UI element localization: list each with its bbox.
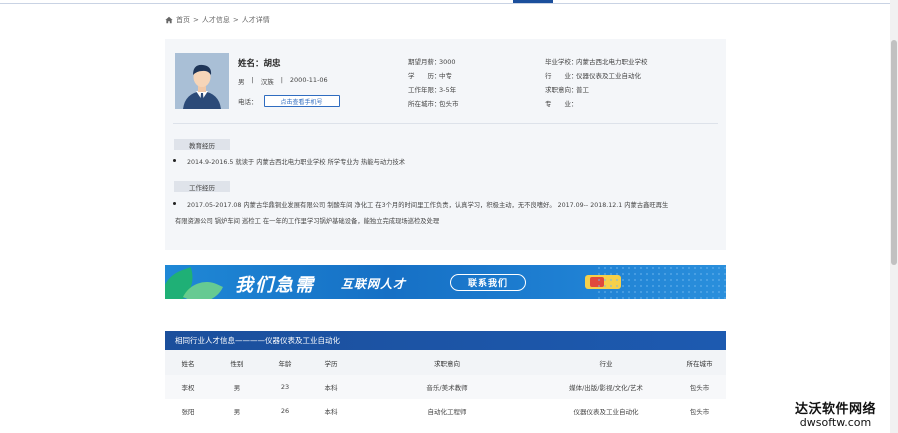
graduate-school: 毕业学校：内蒙古西北电力职业学校 <box>545 58 648 66</box>
industry: 行 业：仪器仪表及工业自动化 <box>545 72 641 80</box>
cell-education: 本科 <box>324 408 338 416</box>
recruit-banner[interactable]: 我们急需 互联网人才 联系我们 <box>165 265 726 299</box>
top-nav-border <box>0 0 898 4</box>
table-header-row: 姓名 性别 年龄 学历 求职意向 行业 所在城市 <box>165 350 726 375</box>
phone-row: 电话： 点击查看手机号 <box>238 95 340 107</box>
candidate-meta: 男 | 汉族 | 2000-11-06 <box>238 76 328 86</box>
job-intention: 求职意向：普工 <box>545 86 589 94</box>
work-entry: 2017.05-2017.08 内蒙古华鼎铜业发展有限公司 制酸车间 净化工 在… <box>172 202 669 209</box>
meta-separator: | <box>251 76 254 84</box>
ethnicity: 汉族 <box>260 78 274 86</box>
meta-separator: | <box>280 76 283 84</box>
cell-city: 包头市 <box>689 384 710 392</box>
scrollbar-thumb[interactable] <box>891 40 897 265</box>
cell-intention: 音乐/美术教师 <box>426 384 468 392</box>
table-row[interactable]: 张阳 男 26 本科 自动化工程师 仪器仪表及工业自动化 包头市 <box>165 399 726 423</box>
cell-age: 23 <box>280 383 290 391</box>
education-section-tag: 教育经历 <box>174 139 230 150</box>
phone-label: 电话： <box>238 98 258 106</box>
cell-name[interactable]: 张阳 <box>165 406 211 416</box>
work-entry-continued: 有限资源公司 锅炉车间 巡检工 在一年的工作里学习锅炉基础设备，能独立完成现场巡… <box>175 218 440 225</box>
breadcrumb-talent-info-link[interactable]: 人才信息 <box>202 15 230 25</box>
banner-title: 我们急需 <box>235 275 315 296</box>
contact-us-button[interactable]: 联系我们 <box>450 274 526 291</box>
table-row[interactable]: 李权 男 23 本科 音乐/美术教师 媒体/出版/影视/文化/艺术 包头市 <box>165 375 726 399</box>
banner-dot-pattern <box>596 265 726 299</box>
view-phone-button[interactable]: 点击查看手机号 <box>263 95 340 107</box>
education-entry: 2014.9-2016.5 就读于 内蒙古西北电力职业学校 所学专业为 热能与动… <box>172 159 406 166</box>
candidate-name: 姓名：胡忠 <box>238 59 281 69</box>
work-section-tag: 工作经历 <box>174 181 230 192</box>
related-talent-table: 姓名 性别 年龄 学历 求职意向 行业 所在城市 李权 男 23 本科 音乐/美… <box>165 350 726 423</box>
page-scrollbar[interactable] <box>890 0 898 433</box>
avatar <box>175 53 229 109</box>
watermark-title: 达沃软件网络 <box>795 402 877 417</box>
cell-intention: 自动化工程师 <box>427 408 467 416</box>
breadcrumb-separator: > <box>232 16 239 24</box>
gender: 男 <box>238 78 245 86</box>
major: 专 业： <box>545 100 578 108</box>
related-talent-heading: 相同行业人才信息————仪器仪表及工业自动化 <box>165 331 726 350</box>
column-header: 年龄 <box>278 359 292 368</box>
column-header: 性别 <box>230 359 244 368</box>
education-level: 学 历：中专 <box>408 72 452 80</box>
site-watermark: 达沃软件网络 dwsoftw.com <box>795 398 876 429</box>
column-header: 所在城市 <box>686 359 713 368</box>
column-header: 姓名 <box>181 359 195 368</box>
cell-industry: 媒体/出版/影视/文化/艺术 <box>569 384 643 392</box>
cell-age: 26 <box>280 407 290 415</box>
active-nav-indicator <box>513 0 553 3</box>
expected-salary: 期望月薪：3000 <box>408 58 456 66</box>
breadcrumb: 首页 > 人才信息 > 人才详情 <box>165 14 270 26</box>
birth-date: 2000-11-06 <box>289 76 328 84</box>
work-years: 工作年限：3-5年 <box>408 86 457 94</box>
column-header: 学历 <box>324 359 338 368</box>
divider <box>173 123 718 124</box>
cell-education: 本科 <box>324 384 338 392</box>
city: 所在城市：包头市 <box>408 100 459 108</box>
breadcrumb-separator: > <box>193 16 199 24</box>
cell-industry: 仪器仪表及工业自动化 <box>573 408 639 416</box>
cell-gender: 男 <box>233 408 241 416</box>
banner-subtitle: 互联网人才 <box>341 277 407 291</box>
home-icon <box>165 16 173 24</box>
breadcrumb-home-link[interactable]: 首页 <box>176 15 190 25</box>
breadcrumb-current: 人才详情 <box>241 16 270 24</box>
cell-gender: 男 <box>233 384 241 392</box>
column-header: 求职意向 <box>434 359 460 368</box>
cell-name[interactable]: 李权 <box>165 382 211 392</box>
watermark-url: dwsoftw.com <box>799 416 872 429</box>
cell-city: 包头市 <box>689 408 710 416</box>
profile-card: 姓名：胡忠 男 | 汉族 | 2000-11-06 电话： 点击查看手机号 期望… <box>165 39 726 250</box>
column-header: 行业 <box>599 359 613 368</box>
